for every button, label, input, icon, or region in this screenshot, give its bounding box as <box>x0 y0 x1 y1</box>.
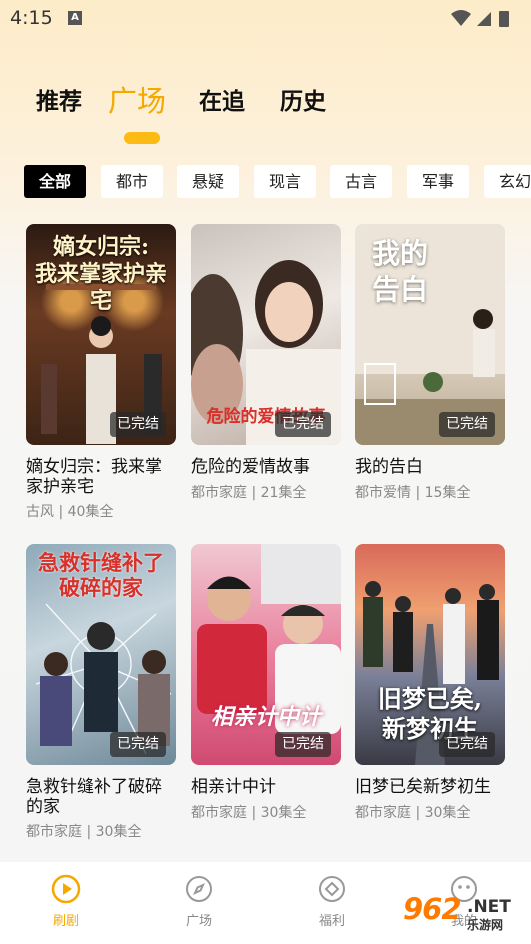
drama-meta: 都市家庭 | 30集全 <box>26 821 141 841</box>
active-tab-indicator <box>124 132 160 144</box>
completed-badge: 已完结 <box>110 732 166 757</box>
drama-title[interactable]: 旧梦已矣新梦初生 <box>355 777 505 797</box>
filter-chip-military[interactable]: 军事 <box>407 165 469 198</box>
meta-separator: | <box>58 504 64 520</box>
completed-badge: 已完结 <box>439 732 495 757</box>
filter-chip-modern-romance[interactable]: 现言 <box>254 165 316 198</box>
drama-category: 都市家庭 <box>355 805 411 821</box>
drama-category: 都市家庭 <box>191 805 247 821</box>
drama-meta: 都市家庭 | 30集全 <box>191 802 306 822</box>
drama-meta: 都市家庭 | 30集全 <box>355 802 470 822</box>
drama-title[interactable]: 急救针缝补了破碎的家 <box>26 777 176 817</box>
tab-recommend[interactable]: 推荐 <box>36 82 82 116</box>
compass-icon <box>186 876 212 902</box>
tab-following[interactable]: 在追 <box>199 82 245 116</box>
category-filter-row: 全部 都市 悬疑 现言 古言 军事 玄幻 <box>24 165 531 199</box>
meta-separator: | <box>415 805 421 821</box>
drama-title[interactable]: 相亲计中计 <box>191 777 341 797</box>
play-circle-icon <box>51 874 81 904</box>
filter-chip-ancient-romance[interactable]: 古言 <box>330 165 392 198</box>
drama-category: 都市家庭 <box>191 485 247 501</box>
meta-separator: | <box>86 824 92 840</box>
status-bar: 4:15 A <box>0 0 531 38</box>
nav-label: 福利 <box>318 914 345 929</box>
filter-chip-urban[interactable]: 都市 <box>101 165 163 198</box>
poster-title-text: 我的 告白 <box>371 237 428 306</box>
drama-poster[interactable]: 嫡女归宗: 我来掌家护亲宅 已完结 <box>26 224 176 445</box>
drama-poster[interactable]: 相亲计中计 已完结 <box>191 544 341 765</box>
drama-episodes: 30集全 <box>424 805 471 821</box>
meta-separator: | <box>251 805 257 821</box>
filter-chip-suspense[interactable]: 悬疑 <box>177 165 239 198</box>
drama-episodes: 30集全 <box>95 824 142 840</box>
nav-item-drama[interactable]: 刷剧 <box>26 874 106 929</box>
filter-chip-fantasy[interactable]: 玄幻 <box>484 165 531 198</box>
drama-episodes: 21集全 <box>260 485 307 501</box>
filter-chip-all[interactable]: 全部 <box>24 165 86 198</box>
drama-poster[interactable]: 危险的爱情故事 已完结 <box>191 224 341 445</box>
tab-plaza[interactable]: 广场 <box>108 78 166 120</box>
site-watermark: 962 .NET 乐游网 <box>395 892 525 932</box>
nav-item-plaza[interactable]: 广场 <box>159 874 239 929</box>
drama-poster[interactable]: 旧梦已矣, 新梦初生 已完结 <box>355 544 505 765</box>
meta-separator: | <box>415 485 421 501</box>
drama-poster[interactable]: 我的 告白 已完结 <box>355 224 505 445</box>
drama-category: 都市家庭 <box>26 824 82 840</box>
nav-label: 广场 <box>185 914 212 929</box>
drama-title[interactable]: 我的告白 <box>355 457 505 477</box>
drama-meta: 都市爱情 | 15集全 <box>355 482 470 502</box>
drama-episodes: 40集全 <box>67 504 114 520</box>
wifi-icon <box>451 10 509 27</box>
meta-separator: | <box>251 485 257 501</box>
tab-history[interactable]: 历史 <box>280 82 326 116</box>
drama-meta: 古风 | 40集全 <box>26 501 113 521</box>
drama-episodes: 30集全 <box>260 805 307 821</box>
watermark-number: 962 <box>403 892 462 926</box>
diamond-circle-icon <box>319 876 345 902</box>
drama-title[interactable]: 危险的爱情故事 <box>191 457 341 477</box>
notification-icon: A <box>68 11 82 25</box>
drama-category: 古风 <box>26 504 54 520</box>
drama-title[interactable]: 嫡女归宗：我来掌家护亲宅 <box>26 457 176 497</box>
drama-category: 都市爱情 <box>355 485 411 501</box>
poster-title-text: 相亲计中计 <box>210 704 321 730</box>
completed-badge: 已完结 <box>275 412 331 437</box>
drama-poster[interactable]: 急救针缝补了 破碎的家 已完结 <box>26 544 176 765</box>
nav-item-welfare[interactable]: 福利 <box>292 874 372 929</box>
completed-badge: 已完结 <box>275 732 331 757</box>
watermark-net: .NET <box>467 897 511 917</box>
nav-label: 刷剧 <box>52 914 79 929</box>
completed-badge: 已完结 <box>439 412 495 437</box>
watermark-site: 乐游网 <box>467 918 504 932</box>
drama-episodes: 15集全 <box>424 485 471 501</box>
status-time: 4:15 <box>10 7 53 29</box>
completed-badge: 已完结 <box>110 412 166 437</box>
signal-battery-icons <box>449 8 517 34</box>
poster-title-text: 嫡女归宗: 我来掌家护亲宅 <box>34 234 167 314</box>
poster-title-text: 急救针缝补了 破碎的家 <box>38 550 164 600</box>
drama-meta: 都市家庭 | 21集全 <box>191 482 306 502</box>
